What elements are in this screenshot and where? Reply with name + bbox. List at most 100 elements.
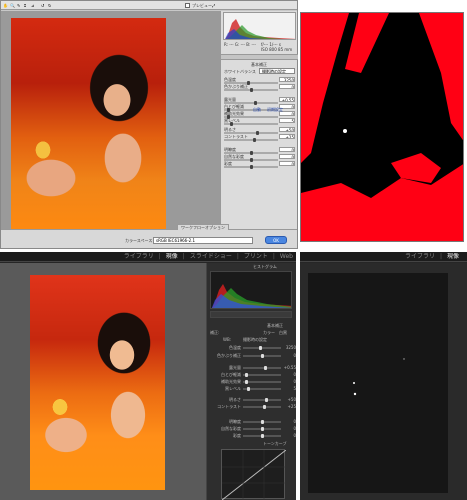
lr-slider-thumb[interactable] — [261, 427, 264, 431]
acr-slider-track[interactable] — [224, 165, 278, 169]
lr-right-module-tab[interactable]: ライブラリ — [405, 253, 435, 261]
acr-slider-track[interactable] — [224, 88, 278, 92]
lr-slider-value[interactable]: +0.55 — [283, 365, 296, 370]
acr-slider-thumb[interactable] — [230, 122, 234, 126]
acr-slider-value[interactable]: 0 — [279, 84, 295, 89]
lr-slider-track[interactable] — [243, 434, 281, 438]
lr-module-tabs: ライブラリ | 現像 | スライドショー | プリント | Web — [124, 253, 293, 261]
lr-slider-value[interactable]: 0 — [283, 372, 296, 377]
lr-slider-value[interactable]: 0 — [283, 419, 296, 424]
lr-module-tab[interactable]: プリント — [244, 253, 268, 261]
acr-slider-track[interactable] — [224, 122, 278, 126]
clip-region-top — [301, 13, 349, 163]
acr-auto-link[interactable]: 自動 — [253, 107, 261, 112]
lr-histogram — [210, 271, 292, 309]
lr-slider-track[interactable] — [243, 380, 281, 384]
lr-slider-label: 補助光効果 — [221, 379, 241, 384]
acr-colorspace-select[interactable]: sRGB IEC61966-2.1 — [153, 237, 253, 244]
acr-slider-row: コントラスト +25 — [221, 134, 298, 142]
hand-tool-icon[interactable]: ✋ — [3, 3, 8, 8]
rotate-right-icon[interactable]: ↻ — [48, 3, 51, 8]
lr-slider-track[interactable] — [243, 366, 281, 370]
lr-slider-row: 黒レベル 5 — [207, 386, 297, 393]
acr-slider-row: 露光量 +0.55 — [221, 97, 298, 105]
acr-ok-button[interactable]: OK — [265, 236, 287, 244]
lr-slider-value[interactable]: +25 — [283, 404, 296, 409]
lr-module-tab[interactable]: スライドショー — [190, 253, 232, 261]
lr-slider-label: 黒レベル — [225, 386, 241, 391]
acr-slider-value[interactable]: +50 — [279, 127, 295, 132]
lr-right-module-tab[interactable]: 現像 — [447, 253, 459, 261]
lr-treatment-color[interactable]: カラー — [263, 330, 275, 335]
lr-slider-thumb[interactable] — [244, 373, 248, 377]
acr-slider-value[interactable]: 3250 — [279, 77, 295, 82]
lr-slider-track[interactable] — [243, 405, 281, 409]
lr-slider-value[interactable]: 0 — [283, 379, 296, 384]
acr-slider-value[interactable]: 0 — [279, 147, 295, 152]
lr-treatment-bw[interactable]: 白黒 — [279, 330, 287, 335]
straighten-tool-icon[interactable]: ⊿ — [31, 3, 34, 8]
lr-slider-value[interactable]: 0 — [283, 426, 296, 431]
lr-slider-thumb[interactable] — [263, 405, 267, 409]
lr-slider-track[interactable] — [243, 420, 281, 424]
lr-slider-thumb[interactable] — [265, 398, 269, 402]
lr-slider-thumb[interactable] — [263, 366, 267, 370]
lr-slider-row: 色かぶり補正 0 — [207, 353, 297, 360]
acr-slider-value[interactable]: +0.55 — [279, 97, 295, 102]
acr-slider-value[interactable]: 5 — [279, 118, 295, 123]
acr-slider-value[interactable]: 0 — [279, 161, 295, 166]
lr-slider-value[interactable]: 5 — [283, 386, 296, 391]
lr-slider-track[interactable] — [243, 373, 281, 377]
lr-slider-track[interactable] — [243, 354, 281, 358]
lr-module-tab[interactable]: 現像 — [166, 253, 178, 261]
acr-dialog: ✋ 🔍 ✎ ⌗ ⊿ ↺ ↻ プレビュー ⤢ R: --- G: --- B: -… — [0, 0, 298, 249]
lr-slider-label: 色温度 — [229, 345, 241, 350]
acr-slider-thumb[interactable] — [250, 165, 253, 169]
acr-slider-row: 色かぶり補正 0 — [221, 84, 298, 92]
acr-right-panel: R: --- G: --- B: --- f/--- 1/--- s ISO 8… — [220, 11, 298, 229]
acr-panel-header: 基本補正 — [251, 62, 267, 67]
lr-slider-label: 露光量 — [229, 365, 241, 370]
acr-default-link[interactable]: 初期設定 — [267, 107, 283, 112]
preview-checkbox[interactable] — [185, 3, 190, 8]
lr-slider-label: 色かぶり補正 — [217, 353, 241, 358]
lr-slider-thumb[interactable] — [261, 434, 264, 438]
acr-slider-thumb[interactable] — [253, 138, 257, 142]
lr-slider-track[interactable] — [243, 398, 281, 402]
lr-tab-separator: | — [158, 253, 161, 260]
lr-slider-thumb[interactable] — [261, 420, 264, 424]
lr-slider-value[interactable]: 0 — [283, 353, 296, 358]
lr-tool-strip — [210, 311, 292, 318]
lr-slider-track[interactable] — [243, 427, 281, 431]
acr-slider-value[interactable]: 0 — [279, 154, 295, 159]
lr-module-tab[interactable]: ライブラリ — [124, 253, 154, 261]
acr-slider-thumb[interactable] — [250, 88, 253, 92]
rotate-left-icon[interactable]: ↺ — [41, 3, 44, 8]
lr-slider-track[interactable] — [243, 387, 281, 391]
acr-workflow-tab[interactable]: ワークフローオプション — [177, 224, 229, 230]
lr-slider-value[interactable]: 3250 — [283, 345, 296, 350]
lr-slider-value[interactable]: 0 — [283, 433, 296, 438]
lr-slider-value[interactable]: +50 — [283, 397, 296, 402]
wb-tool-icon[interactable]: ✎ — [17, 3, 20, 8]
acr-wb-select[interactable]: 撮影時の設定 — [259, 68, 295, 74]
lr-slider-label: コントラスト — [217, 404, 241, 409]
lr-wb-value[interactable]: 撮影時の設定 — [243, 337, 267, 342]
acr-slider-value[interactable]: +25 — [279, 134, 295, 139]
lr-slider-thumb[interactable] — [259, 346, 263, 350]
crop-tool-icon[interactable]: ⌗ — [24, 3, 26, 8]
acr-slider-row: 彩度 0 — [221, 161, 298, 169]
fullscreen-icon[interactable]: ⤢ — [212, 3, 215, 8]
acr-slider-track[interactable] — [224, 138, 278, 142]
zoom-tool-icon[interactable]: 🔍 — [10, 3, 15, 8]
lr-wb-label: WB: — [223, 337, 232, 342]
acr-exif-line-2: ISO 800 85 mm — [261, 47, 293, 52]
lr-slider-thumb[interactable] — [244, 380, 248, 384]
acr-wb-label: ホワイトバランス — [224, 69, 256, 74]
lr-window: ライブラリ | 現像 | スライドショー | プリント | Web ヒストグラム 基本補正 補正… — [0, 252, 296, 500]
lr-clipping-view — [300, 263, 467, 500]
lr-module-tab[interactable]: Web — [280, 253, 293, 261]
lr-slider-track[interactable] — [243, 346, 281, 350]
lr-slider-thumb[interactable] — [261, 354, 264, 358]
lr-slider-thumb[interactable] — [247, 387, 251, 391]
